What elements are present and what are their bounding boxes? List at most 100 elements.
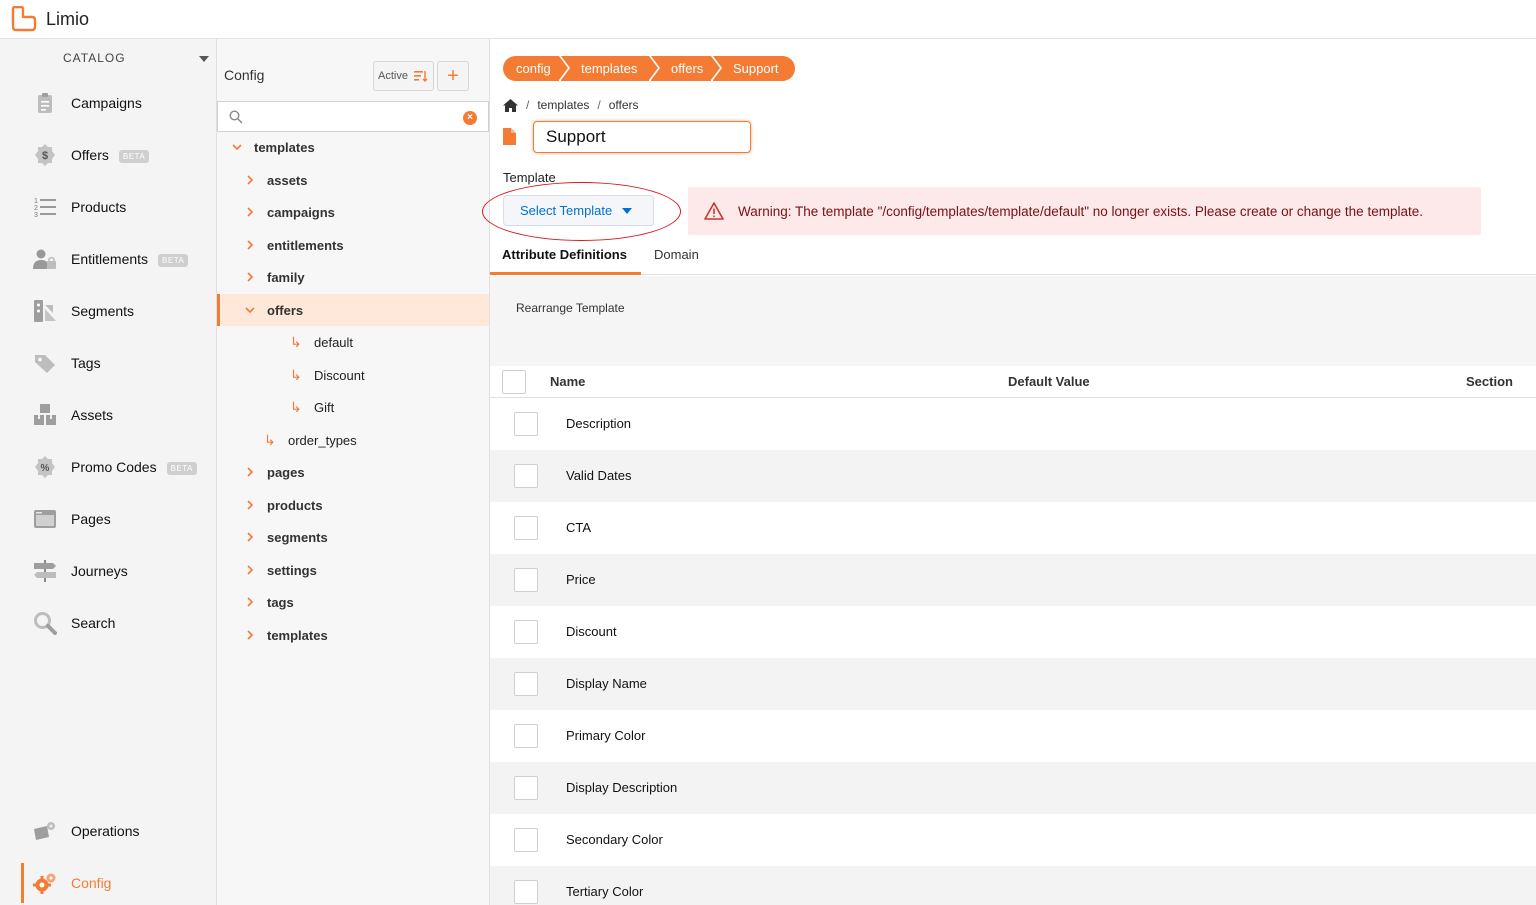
nav-item-promo-codes[interactable]: % Promo Codes BETA	[0, 447, 217, 487]
breadcrumb-templates[interactable]: templates	[537, 98, 589, 112]
nav-item-segments[interactable]: Segments	[0, 291, 217, 331]
table-row[interactable]: Price	[490, 554, 1536, 606]
table-row[interactable]: Display Description	[490, 762, 1536, 814]
name-input[interactable]	[533, 121, 751, 153]
row-checkbox[interactable]	[514, 620, 538, 644]
warning-text: Warning: The template "/config/templates…	[738, 203, 1423, 219]
rearrange-template-link[interactable]: Rearrange Template	[516, 301, 625, 315]
boxes-icon	[32, 402, 58, 428]
nav-item-config[interactable]: Config	[0, 863, 217, 903]
row-checkbox[interactable]	[514, 516, 538, 540]
row-checkbox[interactable]	[514, 568, 538, 592]
path-crumb-config[interactable]: config	[503, 56, 568, 81]
chevron-right-icon	[247, 175, 254, 185]
nav-item-offers[interactable]: $ Offers BETA	[0, 135, 217, 175]
warning-banner: Warning: The template "/config/templates…	[688, 187, 1481, 235]
tree-label: pages	[267, 464, 305, 480]
row-name: Primary Color	[566, 728, 646, 743]
table-row[interactable]: Primary Color	[490, 710, 1536, 762]
chevron-down-icon	[232, 144, 242, 151]
row-checkbox[interactable]	[514, 776, 538, 800]
nav-item-tags[interactable]: Tags	[0, 343, 217, 383]
nav-label: Assets	[71, 407, 114, 423]
nav-item-products[interactable]: 123 Products	[0, 187, 217, 227]
row-checkbox[interactable]	[514, 412, 538, 436]
tab-attribute-definitions[interactable]: Attribute Definitions	[490, 238, 641, 275]
tree-row-family[interactable]: family	[217, 261, 489, 293]
nav-item-operations[interactable]: Operations	[0, 811, 217, 851]
table-row[interactable]: CTA	[490, 502, 1536, 554]
tree-label: campaigns	[267, 204, 335, 220]
tree-label: Discount	[314, 367, 365, 383]
path-crumb-templates[interactable]: templates	[561, 56, 658, 81]
column-header-default-value[interactable]: Default Value	[1008, 374, 1090, 389]
table-row[interactable]: Display Name	[490, 658, 1536, 710]
chevron-right-icon	[247, 597, 254, 607]
tree-row-offers[interactable]: offers	[217, 294, 489, 326]
chevron-down-icon	[245, 307, 255, 314]
tree-row-default[interactable]: ↳ default	[217, 326, 489, 358]
tree-label: templates	[267, 627, 328, 643]
tree-search-input[interactable]	[248, 107, 458, 127]
nav-label: Config	[71, 875, 112, 891]
nav-item-search[interactable]: Search	[0, 603, 217, 643]
tree-row-gift[interactable]: ↳ Gift	[217, 391, 489, 423]
tree-row-products[interactable]: products	[217, 489, 489, 521]
leaf-arrow-icon: ↳	[290, 366, 302, 383]
clear-search-icon[interactable]: ×	[463, 111, 477, 125]
nav-item-assets[interactable]: Assets	[0, 395, 217, 435]
row-checkbox[interactable]	[514, 672, 538, 696]
nav-item-entitlements[interactable]: Entitlements BETA	[0, 239, 217, 279]
active-filter-button[interactable]: Active	[373, 61, 434, 91]
chevron-right-icon	[247, 240, 254, 250]
column-header-name[interactable]: Name	[550, 374, 585, 389]
table-row[interactable]: Valid Dates	[490, 450, 1536, 502]
row-checkbox[interactable]	[514, 464, 538, 488]
table-row[interactable]: Secondary Color	[490, 814, 1536, 866]
row-checkbox[interactable]	[514, 828, 538, 852]
caret-down-icon	[622, 207, 633, 214]
row-name: Discount	[566, 624, 617, 639]
nav-item-campaigns[interactable]: Campaigns	[0, 83, 217, 123]
table-row[interactable]: Discount	[490, 606, 1536, 658]
beta-badge: BETA	[118, 149, 150, 163]
svg-text:3: 3	[34, 212, 38, 219]
tree-row-pages[interactable]: pages	[217, 456, 489, 488]
tree-row-tags[interactable]: tags	[217, 586, 489, 618]
select-all-checkbox[interactable]	[502, 370, 526, 394]
add-button[interactable]: +	[437, 61, 469, 91]
row-name: Description	[566, 416, 632, 431]
nav-item-pages[interactable]: Pages	[0, 499, 217, 539]
select-template-dropdown[interactable]: Select Template	[503, 195, 654, 226]
tree-row-discount[interactable]: ↳ Discount	[217, 359, 489, 391]
path-crumb-support[interactable]: Support	[713, 56, 795, 81]
tree-row-templates-root[interactable]: templates	[217, 131, 489, 163]
home-icon[interactable]	[503, 98, 518, 112]
tree-row-entitlements[interactable]: entitlements	[217, 229, 489, 261]
tree-row-settings[interactable]: settings	[217, 554, 489, 586]
breadcrumb-separator: /	[526, 98, 530, 112]
row-checkbox[interactable]	[514, 724, 538, 748]
tree-title: Config	[224, 67, 265, 83]
table-row[interactable]: Description	[490, 398, 1536, 450]
row-checkbox[interactable]	[514, 880, 538, 904]
tree-row-segments[interactable]: segments	[217, 521, 489, 553]
select-template-label: Select Template	[520, 203, 613, 218]
catalog-dropdown[interactable]: CATALOG	[0, 51, 217, 71]
tree-row-assets[interactable]: assets	[217, 164, 489, 196]
beta-badge: BETA	[166, 461, 197, 475]
column-header-section[interactable]: Section	[1466, 374, 1513, 389]
tree-row-campaigns[interactable]: campaigns	[217, 196, 489, 228]
attribute-table: Name Default Value Section Description V…	[490, 366, 1536, 905]
table-row[interactable]: Tertiary Color	[490, 866, 1536, 905]
numbered-list-icon: 123	[32, 194, 58, 220]
app-logo[interactable]: Limio	[10, 6, 89, 32]
tab-domain[interactable]: Domain	[654, 238, 714, 275]
nav-label: Segments	[71, 303, 135, 319]
tree-row-templates[interactable]: templates	[217, 619, 489, 651]
nav-item-journeys[interactable]: Journeys	[0, 551, 217, 591]
path-crumb-offers[interactable]: offers	[651, 56, 720, 81]
template-label: Template	[503, 170, 556, 185]
tree-row-order-types[interactable]: ↳ order_types	[217, 424, 489, 456]
breadcrumb-offers[interactable]: offers	[609, 98, 639, 112]
